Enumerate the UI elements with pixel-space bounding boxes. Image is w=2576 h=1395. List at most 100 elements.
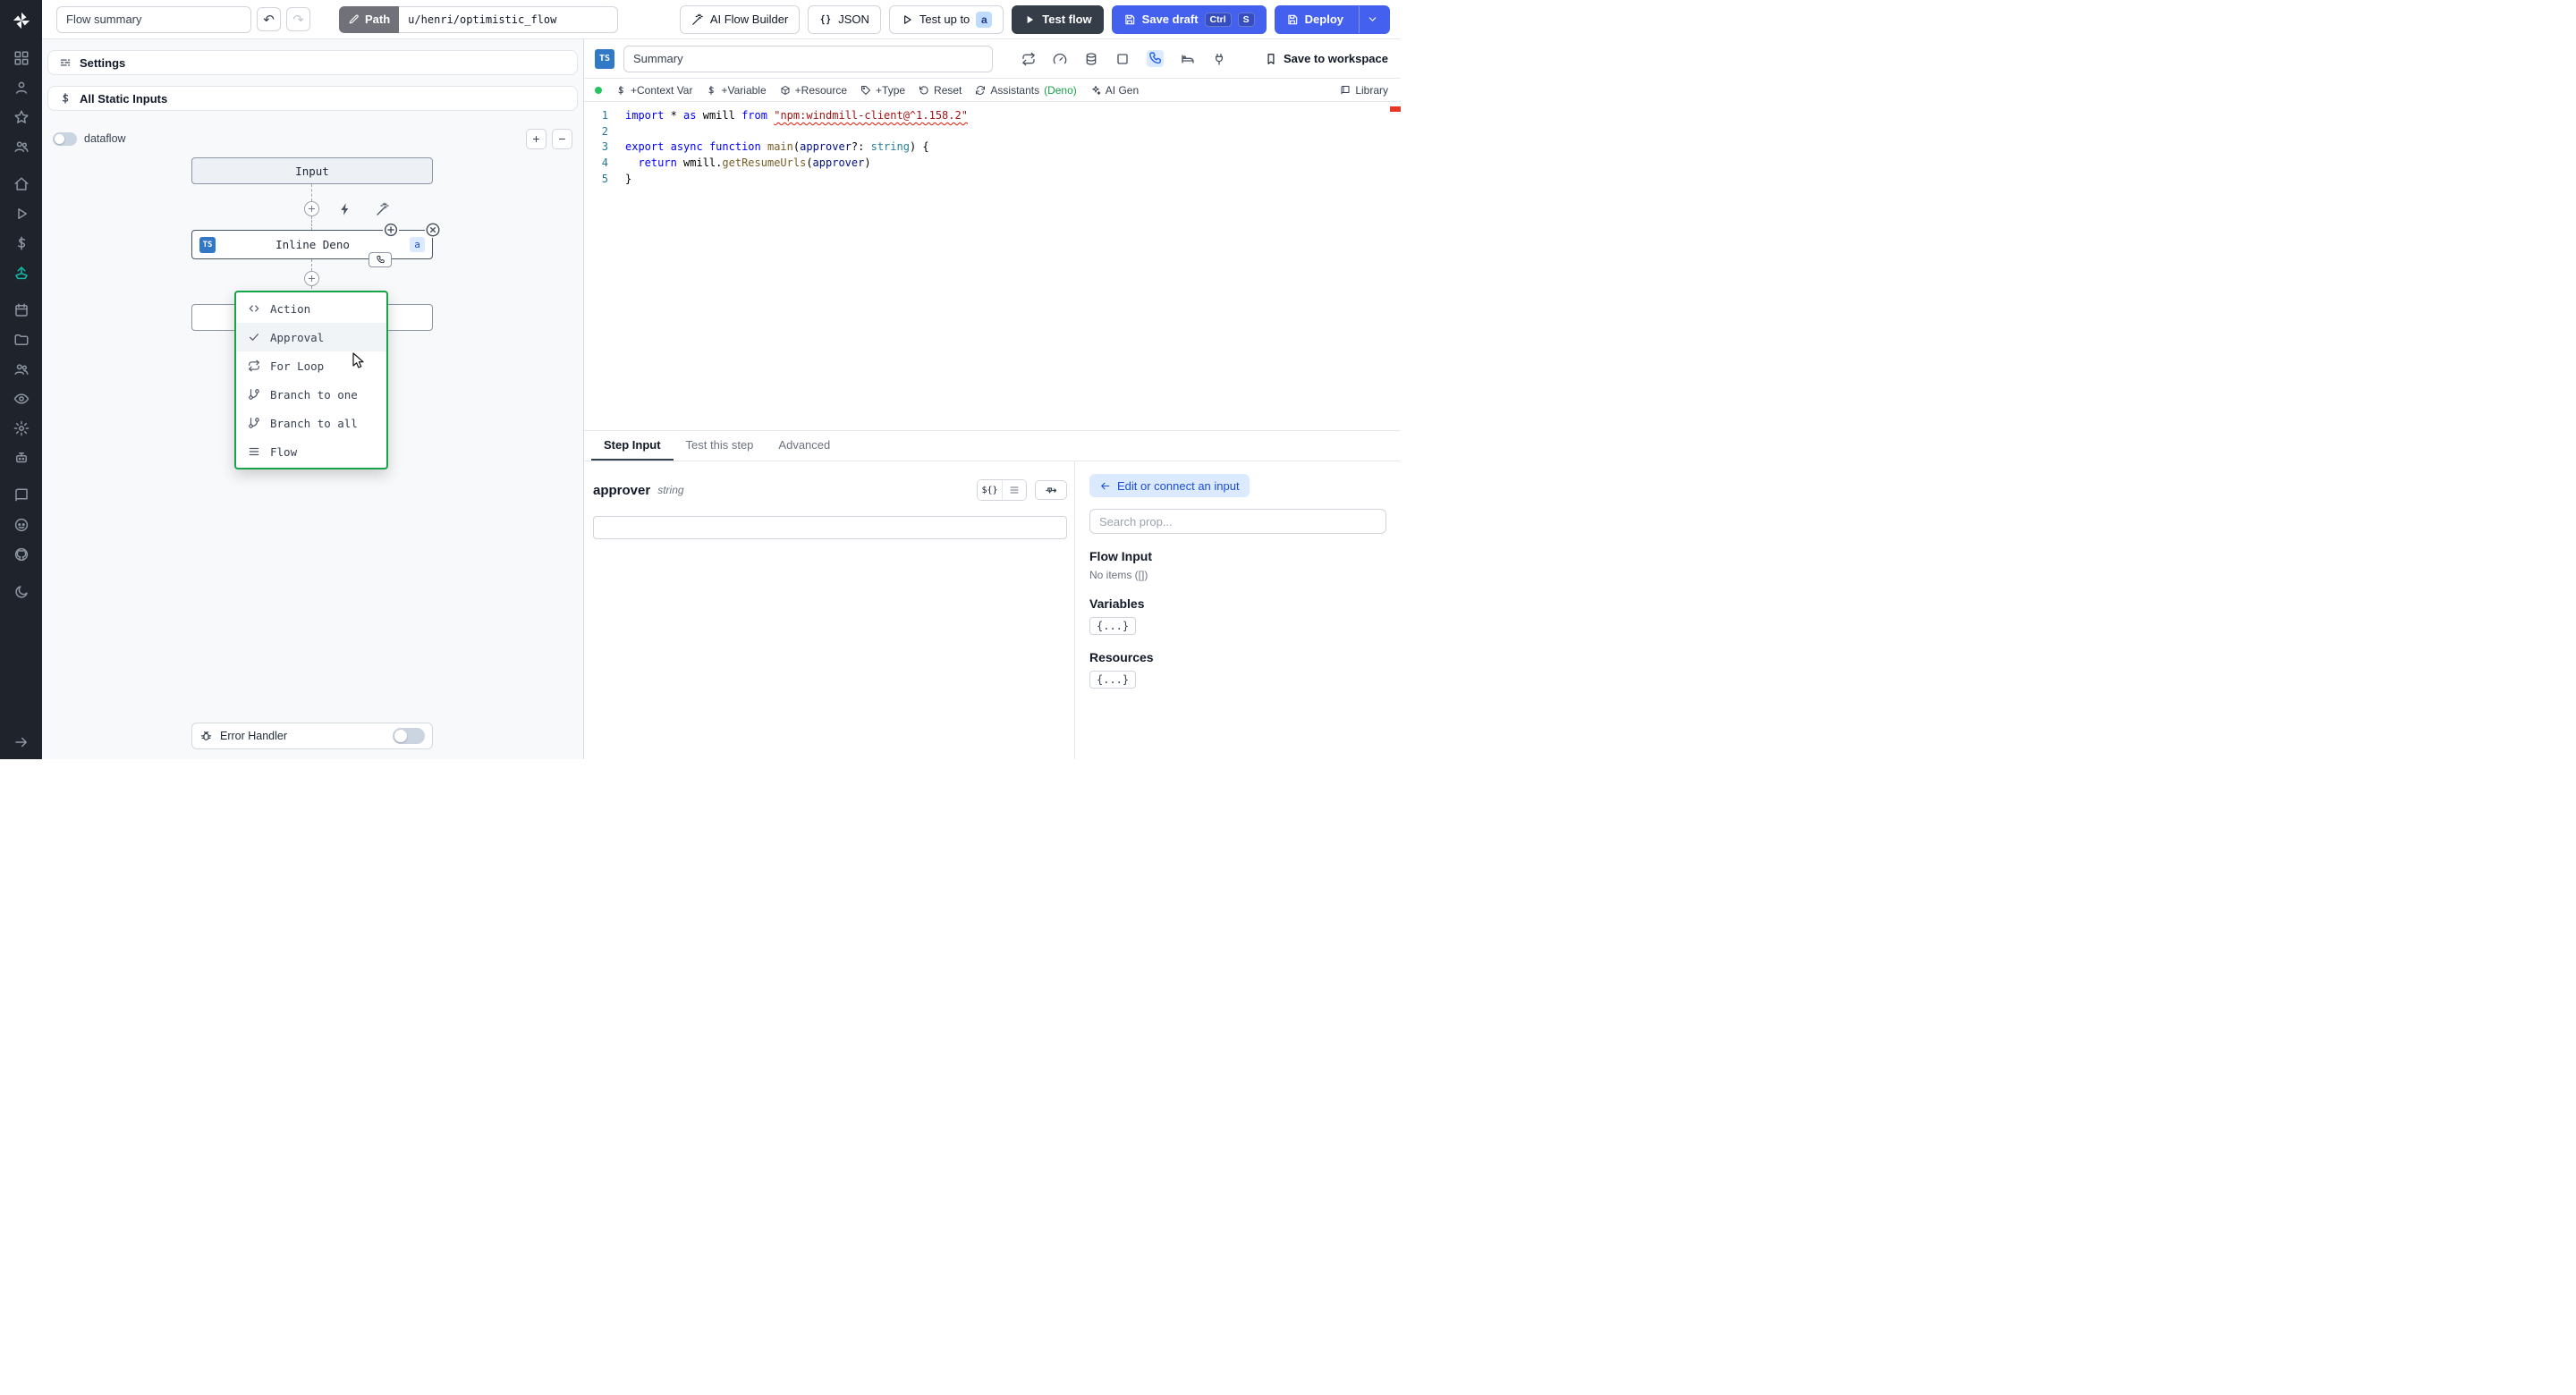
suspend-phone-icon[interactable]	[1147, 50, 1164, 67]
cache-database-icon[interactable]	[1084, 52, 1098, 66]
menu-item-flow[interactable]: Flow	[236, 437, 386, 466]
connect-input-button[interactable]	[1035, 480, 1067, 500]
sidebar-item-users[interactable]	[13, 139, 30, 155]
sidebar-item-folder[interactable]	[13, 332, 30, 348]
input-node[interactable]: Input	[191, 157, 433, 184]
zoom-out-button[interactable]: −	[552, 128, 572, 149]
sidebar-item-star[interactable]	[13, 109, 30, 125]
zoom-in-button[interactable]: +	[526, 128, 547, 149]
sidebar-item-book[interactable]	[13, 487, 30, 503]
test-up-to-button[interactable]: Test up to a	[888, 4, 1004, 34]
sidebar-item-play[interactable]	[13, 206, 30, 222]
sidebar-group	[13, 487, 30, 562]
settings-bar[interactable]: Settings	[47, 50, 578, 75]
collapse-sidebar-button[interactable]	[13, 734, 30, 750]
menu-item-for-loop[interactable]: For Loop	[236, 351, 386, 380]
retries-icon[interactable]	[1021, 52, 1036, 66]
flow-canvas[interactable]: Input TS Inline Deno a Action Approval F…	[42, 148, 583, 759]
add-context-var-label: +Context Var	[631, 83, 693, 97]
edit-path-button[interactable]: Path	[339, 5, 400, 33]
redo-button[interactable]: ↷	[286, 7, 310, 31]
save-draft-button[interactable]: Save draft Ctrl S	[1111, 4, 1267, 34]
early-stop-square-icon[interactable]	[1115, 52, 1130, 66]
line-number: 4	[601, 156, 608, 170]
move-step-button[interactable]	[383, 222, 399, 238]
sleep-bed-icon[interactable]	[1181, 52, 1195, 66]
wand-sparkles-icon[interactable]	[376, 202, 390, 216]
package-icon	[780, 85, 791, 96]
add-resource-button[interactable]: +Resource	[780, 84, 847, 97]
sidebar-item-github[interactable]	[13, 546, 30, 562]
sidebar-item-eye[interactable]	[13, 391, 30, 407]
menu-item-action[interactable]: Action	[236, 294, 386, 323]
edit-or-connect-button[interactable]: Edit or connect an input	[1089, 474, 1250, 497]
code-line[interactable]: 3 export async function main(approver?: s…	[584, 140, 1401, 156]
dollar-icon	[59, 92, 72, 105]
dataflow-toggle[interactable]	[53, 131, 77, 146]
bolt-icon[interactable]	[338, 202, 352, 216]
concurrency-gauge-icon[interactable]	[1053, 52, 1067, 66]
suspend-phone-badge[interactable]	[369, 252, 392, 267]
test-flow-button[interactable]: Test flow	[1012, 4, 1104, 34]
sidebar-item-grid[interactable]	[13, 50, 30, 66]
menu-item-branch-to-all[interactable]: Branch to all	[236, 409, 386, 437]
sidebar-item-user[interactable]	[13, 80, 30, 96]
sidebar-item-calendar[interactable]	[13, 302, 30, 318]
expr-mode-button[interactable]: ${}	[978, 480, 1002, 500]
approver-value-input[interactable]	[593, 516, 1067, 539]
sidebar-item-ship[interactable]	[13, 265, 30, 281]
error-handler-row[interactable]: Error Handler	[191, 723, 433, 749]
add-type-button[interactable]: +Type	[860, 84, 905, 97]
menu-item-branch-to-one[interactable]: Branch to one	[236, 380, 386, 409]
json-button[interactable]: JSON	[808, 4, 881, 34]
tab-test-this-step[interactable]: Test this step	[674, 431, 767, 461]
save-to-workspace-button[interactable]: Save to workspace	[1265, 52, 1388, 65]
tab-step-input[interactable]: Step Input	[591, 431, 674, 461]
assistants-label: Assistants	[990, 83, 1040, 97]
code-line[interactable]: 5}	[584, 172, 1401, 188]
code-editor[interactable]: 1 import * as wmill from "npm:windmill-cl…	[584, 102, 1401, 430]
variables-expand-chip[interactable]: {...}	[1089, 617, 1137, 635]
sidebar-item-robot[interactable]	[13, 450, 30, 466]
sidebar-item-home[interactable]	[13, 176, 30, 192]
reset-button[interactable]: Reset	[919, 84, 962, 97]
editor-toolbar: +Context Var +Variable +Resource +Type R…	[584, 79, 1401, 102]
menu-item-approval[interactable]: Approval	[236, 323, 386, 351]
sidebar-item-dollar[interactable]	[13, 235, 30, 251]
windmill-logo-icon[interactable]	[12, 11, 31, 30]
sparkles-icon	[1090, 85, 1101, 96]
step-summary-input[interactable]	[623, 45, 993, 72]
search-prop-input[interactable]	[1089, 509, 1386, 534]
sidebar-item-gear[interactable]	[13, 420, 30, 436]
tab-advanced[interactable]: Advanced	[766, 431, 843, 461]
ai-flow-builder-button[interactable]: AI Flow Builder	[679, 4, 801, 34]
library-button[interactable]: Library	[1340, 84, 1388, 97]
add-variable-button[interactable]: +Variable	[706, 84, 767, 97]
code-line[interactable]: 2	[584, 124, 1401, 140]
sidebar-item-discord[interactable]	[13, 517, 30, 533]
sidebar-item-moon[interactable]	[13, 584, 30, 600]
error-handler-toggle[interactable]	[393, 728, 425, 744]
insert-step-button[interactable]	[304, 201, 319, 216]
delete-step-button[interactable]	[425, 222, 441, 238]
step-input-body: approver string ${} Edit or connect an i…	[584, 461, 1401, 759]
resources-expand-chip[interactable]: {...}	[1089, 671, 1137, 689]
plain-mode-button[interactable]	[1002, 480, 1026, 500]
mock-plug-icon[interactable]	[1212, 52, 1226, 66]
deploy-dropdown[interactable]	[1350, 5, 1378, 33]
deploy-button[interactable]: Deploy	[1274, 4, 1390, 34]
insert-step-button[interactable]	[304, 271, 319, 286]
code-line[interactable]: 1 import * as wmill from "npm:windmill-cl…	[584, 108, 1401, 124]
flow-input-heading: Flow Input	[1089, 549, 1152, 563]
path-input[interactable]	[399, 5, 619, 33]
add-context-var-button[interactable]: +Context Var	[615, 84, 692, 97]
sidebar-item-team[interactable]	[13, 361, 30, 377]
ai-gen-button[interactable]: AI Gen	[1090, 84, 1139, 97]
flow-summary-input[interactable]	[56, 5, 251, 33]
code-line[interactable]: 4 return wmill.getResumeUrls(approver)	[584, 156, 1401, 172]
all-static-inputs-bar[interactable]: All Static Inputs	[47, 86, 578, 111]
assistants-button[interactable]: Assistants (Deno)	[975, 83, 1077, 97]
check-icon	[248, 331, 260, 343]
undo-button[interactable]: ↶	[257, 7, 281, 31]
test-flow-label: Test flow	[1042, 13, 1092, 26]
